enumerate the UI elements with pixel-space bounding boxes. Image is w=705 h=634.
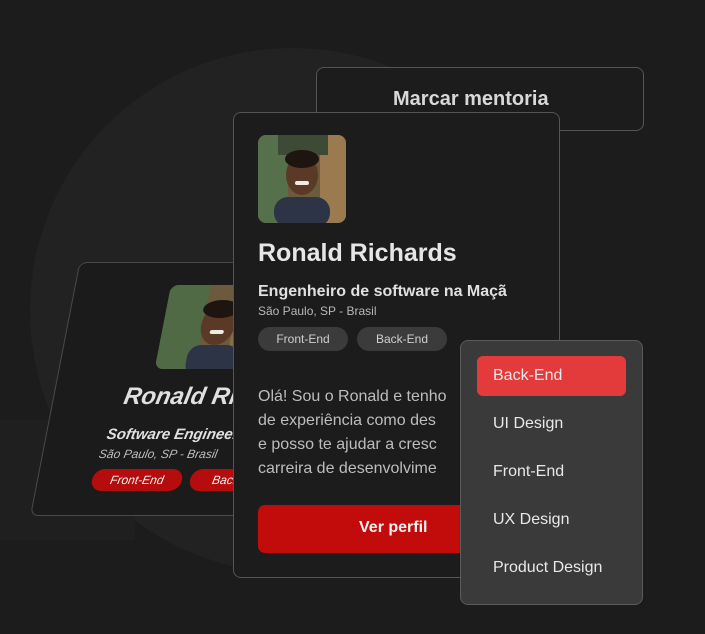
profile-location: São Paulo, SP - Brasil xyxy=(258,304,377,318)
schedule-mentoring-label: Marcar mentoria xyxy=(393,88,549,110)
dropdown-item-product-design[interactable]: Product Design xyxy=(477,548,626,588)
avatar-photo xyxy=(258,135,346,223)
back-card-tag-frontend: Front-End xyxy=(89,469,185,491)
back-card-location: São Paulo, SP - Brasil xyxy=(97,447,219,461)
specialty-dropdown-menu: Back-End UI Design Front-End UX Design P… xyxy=(460,340,643,605)
dropdown-item-label: Back-End xyxy=(493,367,563,384)
dropdown-item-back-end[interactable]: Back-End xyxy=(477,356,626,396)
tag-frontend: Front-End xyxy=(258,327,348,351)
profile-name: Ronald Richards xyxy=(258,239,457,267)
view-profile-label: Ver perfil xyxy=(359,519,428,536)
tag-backend: Back-End xyxy=(357,327,447,351)
avatar xyxy=(258,135,346,223)
dropdown-item-label: UX Design xyxy=(493,511,570,528)
back-card-role: Software Engineer xyxy=(105,426,241,443)
dropdown-item-label: Front-End xyxy=(493,463,565,480)
dropdown-item-front-end[interactable]: Front-End xyxy=(477,452,626,492)
dropdown-item-label: Product Design xyxy=(493,559,603,576)
profile-role: Engenheiro de software na Maçã xyxy=(258,283,507,300)
dropdown-item-ui-design[interactable]: UI Design xyxy=(477,404,626,444)
dropdown-item-ux-design[interactable]: UX Design xyxy=(477,500,626,540)
dropdown-item-label: UI Design xyxy=(493,415,564,432)
